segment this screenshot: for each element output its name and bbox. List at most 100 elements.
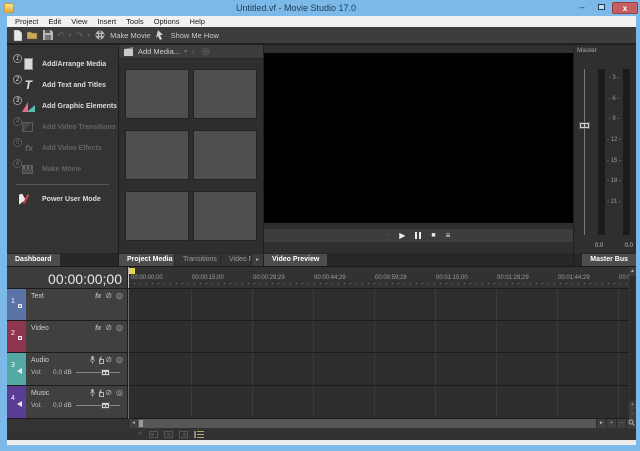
vertical-scroll-track[interactable] [630,277,635,400]
solo-icon[interactable]: ◎ [116,324,123,332]
dashboard-item-power-user-mode[interactable]: Power User Mode [7,189,118,210]
split-event-icon[interactable] [164,431,173,438]
undo-icon[interactable]: ↶ [57,30,65,41]
track-height-zoom-in-icon[interactable]: + [629,401,636,410]
timeline-ruler[interactable]: 00:00:00;00 00:00:15;00 00:00:29;29 00:0… [128,267,629,289]
solo-icon[interactable]: ◎ [116,356,123,364]
track-lane-music[interactable] [128,386,629,418]
timeline-marker-flag[interactable] [129,268,135,274]
mute-icon[interactable]: ⊘ [105,292,112,300]
track-lane-audio[interactable] [128,353,629,385]
volume-slider-handle[interactable] [101,402,110,409]
main-toolbar: ↶ ▾ ↷ ▾ Make Movie Show Me How [7,27,636,44]
add-media-caret-icon[interactable]: ▾ [184,48,187,55]
redo-caret-icon[interactable]: ▾ [87,32,90,39]
track-height-zoom-out-icon[interactable]: − [629,410,636,419]
open-project-icon[interactable] [27,30,38,41]
menu-tools[interactable]: Tools [121,17,149,26]
media-thumbnail[interactable] [193,191,257,241]
scroll-right-icon[interactable]: ► [596,419,606,428]
tab-video-preview[interactable]: Video Preview [264,254,327,266]
track-header-video[interactable]: 2 Video fx ⊘ ◎ [7,321,127,352]
media-thumbnail[interactable] [125,69,189,119]
save-project-icon[interactable] [42,30,53,41]
dashboard-item-make-movie[interactable]: 6 Make Movie [7,159,118,180]
horizontal-scroll-track[interactable] [138,419,596,428]
zoom-tool-magnifier-icon[interactable] [626,419,636,428]
scroll-up-icon[interactable]: ▲ [629,267,636,276]
track-fx-icon[interactable]: f [99,357,101,364]
media-thumbnail[interactable] [193,69,257,119]
timecode-display[interactable]: 00:00:00;00 [7,267,127,289]
mute-icon[interactable]: ⊘ [105,389,112,397]
volume-slider[interactable] [76,372,120,373]
track-lane-video[interactable] [128,321,629,352]
menu-view[interactable]: View [66,17,92,26]
track-fx-icon[interactable]: fx [95,325,101,332]
tab-scroll-next-icon[interactable]: ▸ [252,254,263,266]
close-button[interactable]: x [612,2,638,14]
new-project-icon[interactable] [12,30,23,41]
transport-menu-icon[interactable]: ≡ [446,231,451,240]
pause-button[interactable] [415,232,421,239]
show-me-how-button[interactable]: Show Me How [171,31,219,40]
menu-project[interactable]: Project [10,17,43,26]
delete-icon[interactable]: × [138,429,143,439]
volume-slider-handle[interactable] [101,369,110,376]
redo-icon[interactable]: ↷ [76,30,84,41]
track-header-audio[interactable]: 3 Audio f ⊘ [7,353,127,385]
edit-toolbar: × [7,428,636,440]
event-properties-icon[interactable] [194,430,204,438]
solo-icon[interactable]: ◎ [116,292,123,300]
add-media-button[interactable]: Add Media... [138,47,180,56]
media-thumbnail[interactable] [125,130,189,180]
dashboard-item-add-graphics[interactable]: 3 Add Graphic Elements [7,96,118,117]
dashboard-item-add-text[interactable]: 2 T Add Text and Titles [7,75,118,96]
horizontal-scroll-thumb[interactable] [139,420,143,427]
microphone-icon[interactable] [90,389,95,397]
make-movie-button[interactable]: Make Movie [110,31,150,40]
menu-insert[interactable]: Insert [92,17,121,26]
trim-end-icon[interactable] [179,431,188,438]
titlebar[interactable]: Untitled.vf - Movie Studio 17.0 – x [0,0,640,16]
timeline-zoom-out-icon[interactable]: − [616,419,626,428]
media-thumbnail[interactable] [125,191,189,241]
minimize-button[interactable]: – [574,2,590,14]
menu-help[interactable]: Help [185,17,210,26]
master-fader-handle[interactable] [579,122,590,129]
undo-caret-icon[interactable]: ▾ [69,32,72,39]
dashboard-item-add-transitions[interactable]: 4 Add Video Transitions [7,117,118,138]
record-icon[interactable]: ◦ [387,232,389,239]
trim-start-icon[interactable] [149,431,158,438]
media-thumbnail[interactable] [193,130,257,180]
track-fx-icon[interactable]: fx [95,293,101,300]
transport-controls: ◦ ▶ ■ ≡ [264,229,573,242]
playhead-cursor[interactable] [128,267,129,288]
menu-options[interactable]: Options [149,17,185,26]
tab-video-fx[interactable]: Video F [221,254,251,266]
microphone-icon[interactable] [90,356,95,364]
solo-icon[interactable]: ◎ [116,389,123,397]
track-header-text[interactable]: 1 Text fx ⊘ ◎ [7,289,127,320]
mute-icon[interactable]: ⊘ [105,324,112,332]
volume-slider[interactable] [76,405,120,406]
stop-button[interactable]: ■ [431,232,435,239]
tab-master-bus[interactable]: Master Bus [582,254,636,266]
dashboard-item-add-effects[interactable]: 5 fx Add Video Effects [7,138,118,159]
track-lane-text[interactable] [128,289,629,320]
tab-project-media[interactable]: Project Media [119,254,174,266]
maximize-button[interactable] [593,2,609,14]
play-button[interactable]: ▶ [399,231,405,240]
track-header-music[interactable]: 4 Music f ⊘ [7,386,127,418]
mute-icon[interactable]: ⊘ [105,356,112,364]
menu-edit[interactable]: Edit [43,17,66,26]
tab-dashboard[interactable]: Dashboard [7,254,60,266]
scroll-left-icon[interactable]: ◄ [128,419,138,428]
media-properties-gear-icon[interactable] [200,46,211,57]
timeline-zoom-in-icon[interactable]: + [606,419,616,428]
track-fx-icon[interactable]: f [99,390,101,397]
tab-transitions[interactable]: Transitions [175,254,220,266]
remove-media-icon[interactable]: × [191,47,195,56]
media-tabs: Project Media Transitions Video F ▸ [119,253,263,266]
dashboard-item-add-media[interactable]: 1 Add/Arrange Media [7,54,118,75]
